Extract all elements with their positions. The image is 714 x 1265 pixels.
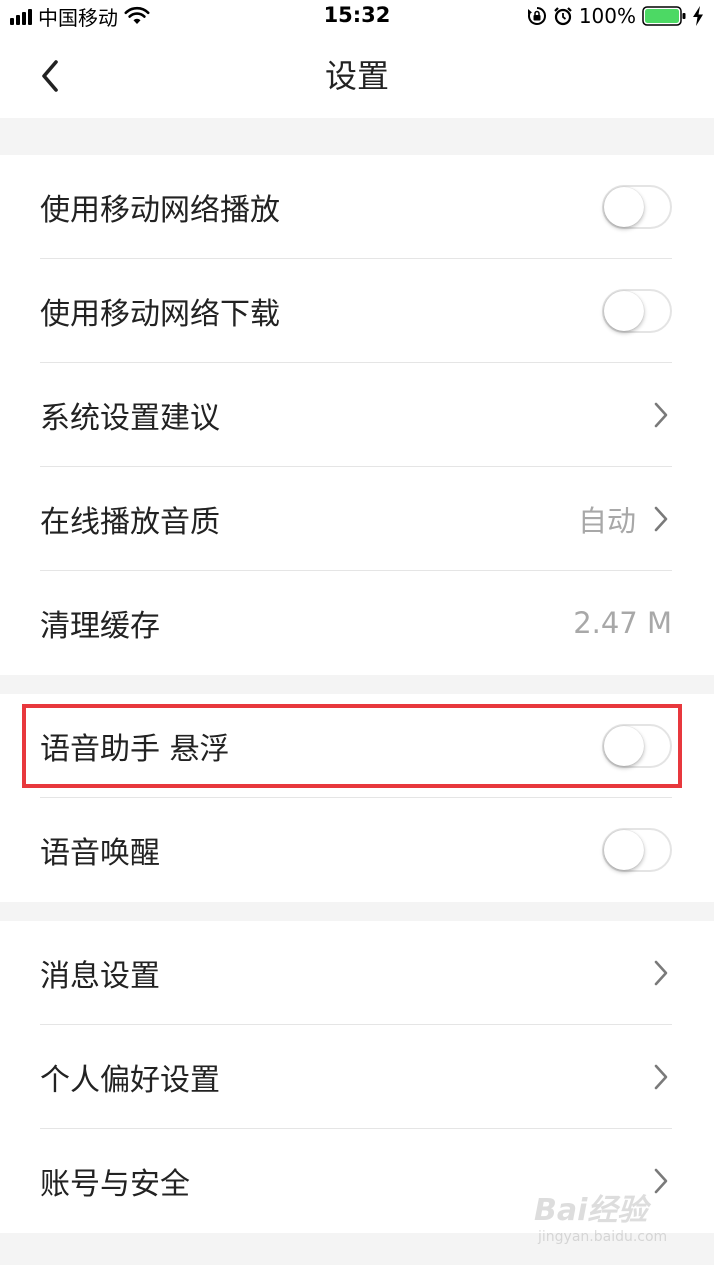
mobile-playback-toggle[interactable] bbox=[602, 185, 672, 229]
chevron-right-icon bbox=[654, 1064, 668, 1090]
setting-label: 系统设置建议 bbox=[40, 401, 220, 436]
setting-row-mobile-download[interactable]: 使用移动网络下载 bbox=[0, 259, 714, 363]
setting-label: 在线播放音质 bbox=[40, 505, 220, 540]
battery-icon bbox=[642, 6, 686, 26]
watermark-url: jingyan.baidu.com bbox=[538, 1229, 668, 1245]
setting-row-messages[interactable]: 消息设置 bbox=[0, 921, 714, 1025]
chevron-right-icon bbox=[654, 506, 668, 532]
setting-row-mobile-playback[interactable]: 使用移动网络播放 bbox=[0, 155, 714, 259]
setting-label: 个人偏好设置 bbox=[40, 1063, 220, 1098]
highlight-box bbox=[22, 704, 682, 788]
watermark-logo: Bai经验 jingyan.baidu.com bbox=[534, 1185, 684, 1255]
chevron-right-icon bbox=[654, 960, 668, 986]
setting-label: 使用移动网络下载 bbox=[40, 297, 280, 332]
settings-group-network: 使用移动网络播放 使用移动网络下载 系统设置建议 在线播放音质 自动 清理缓存 … bbox=[0, 155, 714, 675]
alarm-icon bbox=[554, 7, 572, 26]
battery-percentage: 100% bbox=[578, 4, 636, 28]
audio-quality-value: 自动 bbox=[577, 504, 636, 538]
chevron-right-icon bbox=[654, 402, 668, 428]
voice-wakeup-toggle[interactable] bbox=[602, 828, 672, 872]
setting-label: 使用移动网络播放 bbox=[40, 193, 280, 228]
watermark-text: Bai经验 bbox=[534, 1193, 648, 1228]
charging-icon bbox=[693, 6, 703, 26]
setting-row-clear-cache[interactable]: 清理缓存 2.47 M bbox=[0, 571, 714, 675]
status-bar: 中国移动 15:32 100% bbox=[0, 0, 714, 34]
setting-row-audio-quality[interactable]: 在线播放音质 自动 bbox=[0, 467, 714, 571]
setting-label: 账号与安全 bbox=[40, 1167, 190, 1202]
page-title: 设置 bbox=[324, 57, 389, 95]
setting-row-system-suggestions[interactable]: 系统设置建议 bbox=[0, 363, 714, 467]
mobile-download-toggle[interactable] bbox=[602, 289, 672, 333]
setting-label: 语音唤醒 bbox=[40, 836, 160, 871]
cache-size-value: 2.47 M bbox=[573, 606, 672, 640]
setting-label: 清理缓存 bbox=[40, 609, 160, 644]
orientation-lock-icon bbox=[527, 7, 546, 25]
setting-row-voice-wakeup[interactable]: 语音唤醒 bbox=[0, 798, 714, 902]
setting-row-preferences[interactable]: 个人偏好设置 bbox=[0, 1025, 714, 1129]
navigation-bar: 设置 bbox=[0, 34, 714, 118]
setting-label: 消息设置 bbox=[40, 959, 160, 994]
